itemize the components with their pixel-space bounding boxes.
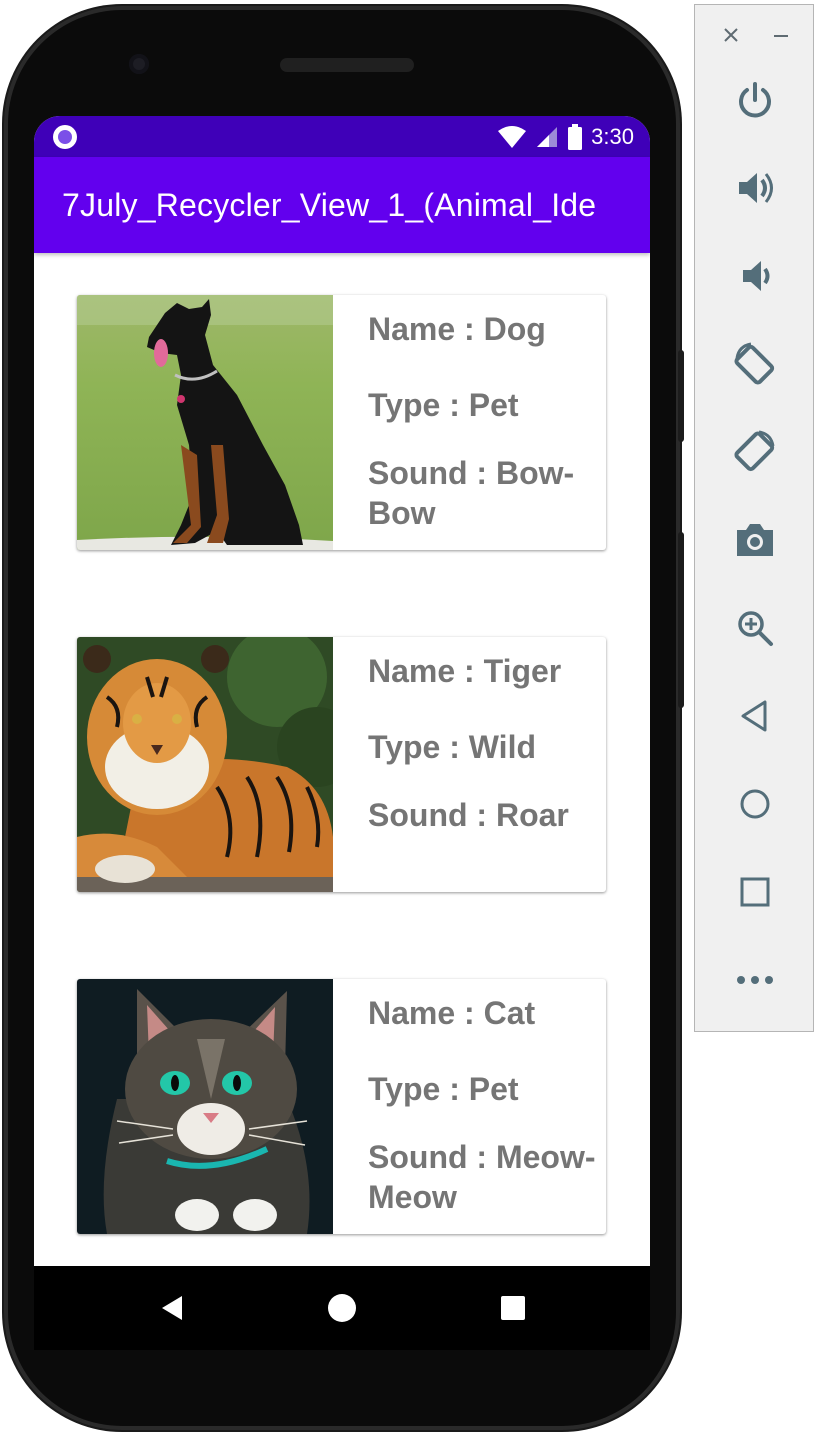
more-icon[interactable] (727, 952, 783, 1008)
back-icon[interactable] (148, 1284, 196, 1332)
app-bar: 7July_Recycler_View_1_(Animal_Ide (34, 157, 650, 253)
overview-icon[interactable] (727, 864, 783, 920)
power-icon[interactable] (727, 72, 783, 128)
device-screen: 3:30 7July_Recycler_View_1_(Animal_Ide N… (34, 116, 650, 1266)
close-icon[interactable] (719, 23, 743, 47)
animal-type: Type : Pet (368, 387, 519, 423)
home-icon[interactable] (727, 776, 783, 832)
earpiece-speaker (280, 58, 414, 72)
zoom-icon[interactable] (727, 600, 783, 656)
minimize-icon[interactable] (769, 23, 793, 47)
animal-type: Type : Wild (368, 729, 536, 765)
animal-sound: Sound : Meow-Meow (368, 1139, 596, 1215)
rotate-right-icon[interactable] (727, 424, 783, 480)
back-icon[interactable] (727, 688, 783, 744)
animal-sound: Sound : Roar (368, 797, 569, 833)
signal-icon (537, 127, 558, 147)
rotate-left-icon[interactable] (727, 336, 783, 392)
status-bar: 3:30 (34, 116, 650, 157)
animal-card-cat[interactable]: Name : Cat Type : Pet Sound : Meow-Meow (77, 979, 606, 1234)
battery-icon (568, 124, 583, 150)
dog-image (77, 295, 333, 550)
cat-image (77, 979, 333, 1234)
power-side-button (678, 350, 684, 442)
animal-name: Name : Tiger (368, 653, 562, 689)
animal-name: Name : Cat (368, 995, 536, 1031)
animal-type: Type : Pet (368, 1071, 519, 1107)
emulator-toolbar (694, 4, 814, 1032)
animal-sound: Sound : Bow-Bow (368, 455, 575, 531)
notification-icon (53, 125, 77, 149)
tiger-image (77, 637, 333, 892)
status-icons: 3:30 (497, 122, 634, 152)
animal-name: Name : Dog (368, 311, 546, 347)
volume-up-icon[interactable] (727, 160, 783, 216)
volume-side-button (678, 532, 684, 708)
camera-icon[interactable] (727, 512, 783, 568)
status-clock: 3:30 (591, 124, 634, 149)
wifi-icon (498, 126, 527, 148)
recents-icon[interactable] (489, 1284, 537, 1332)
front-camera (129, 54, 149, 74)
animal-card-tiger[interactable]: Name : Tiger Type : Wild Sound : Roar (77, 637, 606, 892)
volume-down-icon[interactable] (727, 248, 783, 304)
app-title: 7July_Recycler_View_1_(Animal_Ide (62, 187, 597, 223)
android-nav-bar (34, 1266, 650, 1350)
animal-card-dog[interactable]: Name : Dog Type : Pet Sound : Bow-Bow (77, 295, 606, 550)
home-icon[interactable] (318, 1284, 366, 1332)
